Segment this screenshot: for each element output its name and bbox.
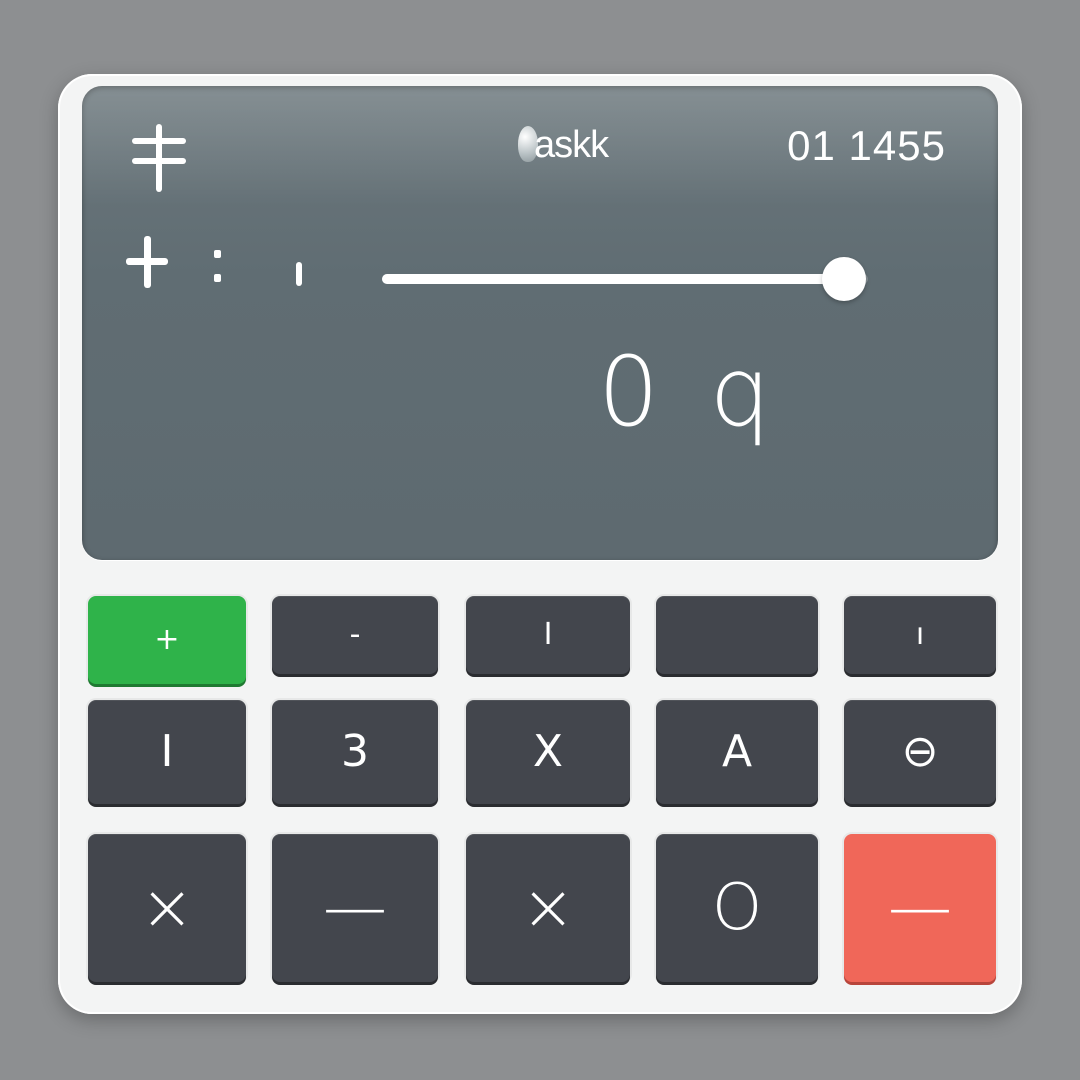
key-plus[interactable]: + <box>88 596 246 684</box>
key-zero[interactable]: O <box>656 834 818 982</box>
menu-icon[interactable] <box>128 124 188 192</box>
key-bar[interactable]: I <box>466 596 630 674</box>
key-label: 3 <box>341 726 369 777</box>
key-label: × <box>521 871 575 945</box>
key-x[interactable]: X <box>466 700 630 804</box>
keypad: + - I ı I 3 X A ⊖ × — × O — <box>86 594 998 986</box>
key-label: I <box>543 617 553 652</box>
main-display-value: 0 q <box>598 336 781 448</box>
key-label: — <box>888 871 952 945</box>
key-multiply[interactable]: × <box>88 834 246 982</box>
key-label: — <box>323 871 387 945</box>
key-label: + <box>154 622 180 657</box>
key-three[interactable]: 3 <box>272 700 438 804</box>
key-dot[interactable]: ı <box>844 596 996 674</box>
key-label: O <box>711 871 763 945</box>
slider-thumb[interactable] <box>821 257 866 301</box>
key-label: - <box>349 617 361 652</box>
key-minus[interactable]: - <box>272 596 438 674</box>
level-slider[interactable] <box>382 256 868 302</box>
brand-name: askk <box>534 124 609 166</box>
key-clear[interactable]: — <box>844 834 996 982</box>
key-blank[interactable] <box>656 596 818 674</box>
key-label: I <box>160 726 174 777</box>
key-label: ⊖ <box>901 726 939 777</box>
slider-fill <box>382 274 844 284</box>
key-label: X <box>532 726 564 777</box>
key-label: × <box>140 871 194 945</box>
key-subtract[interactable]: — <box>272 834 438 982</box>
key-label: A <box>721 726 753 777</box>
key-one[interactable]: I <box>88 700 246 804</box>
readout-number: 01 1455 <box>787 122 946 169</box>
key-times[interactable]: × <box>466 834 630 982</box>
display-screen: askk 01 1455 0 q <box>82 86 998 560</box>
indicator-marks-icon <box>126 236 302 288</box>
calculator-device: askk 01 1455 0 q + - I ı I 3 X A ⊖ × — ×… <box>58 74 1022 1014</box>
key-label: ı <box>915 617 925 652</box>
key-theta[interactable]: ⊖ <box>844 700 996 804</box>
key-a[interactable]: A <box>656 700 818 804</box>
